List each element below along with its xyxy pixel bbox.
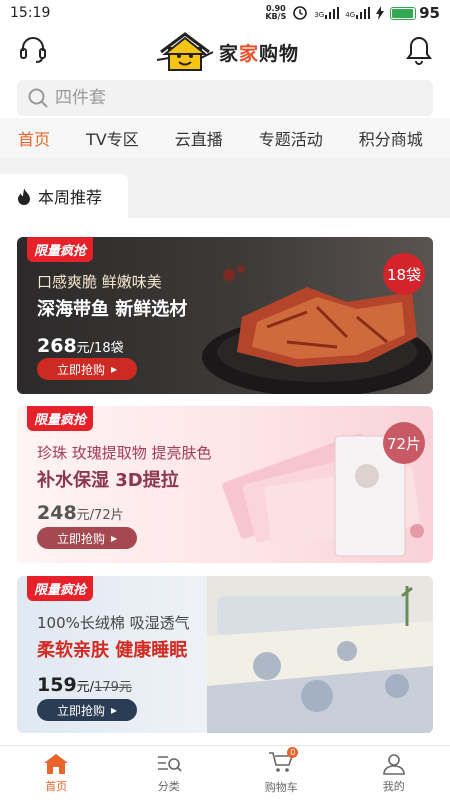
nav-profile[interactable]: 我的 [338, 746, 450, 800]
arrow-right-icon: ▸ [110, 531, 118, 545]
banner-title: 深海带鱼 新鲜选材 [37, 299, 188, 320]
status-time: 15:19 [10, 5, 51, 21]
buy-now-button[interactable]: 立即抢购 ▸ [37, 527, 137, 549]
tab-points-mall[interactable]: 积分商城 [341, 126, 441, 150]
nav-category[interactable]: 分类 [113, 746, 226, 800]
category-tabs: 首页 TV专区 云直播 专题活动 积分商城 [0, 118, 450, 158]
banner-subtitle: 珍珠 玫瑰提取物 提亮肤色 [37, 444, 212, 462]
battery-icon [390, 6, 417, 20]
limited-tag: 限量疯抢 [27, 237, 94, 262]
promo-banner-bedding[interactable]: 限量疯抢 100%长绒棉 吸湿透气 柔软亲肤 健康睡眠 159元/179元 立即… [17, 576, 433, 733]
bottom-nav: 首页 分类 0 购物车 我的 [0, 745, 450, 800]
arrow-right-icon: ▸ [110, 362, 118, 376]
status-bar: 15:19 0.90 KB/S 3G 4G 95 [0, 0, 450, 26]
banner-subtitle: 100%长绒棉 吸湿透气 [37, 614, 190, 632]
net-speed: 0.90 KB/S [265, 4, 287, 21]
nav-cart[interactable]: 0 购物车 [225, 746, 338, 800]
search-icon [28, 88, 48, 108]
original-price: 179元 [94, 680, 132, 695]
banner-title: 补水保湿 3D提拉 [37, 470, 179, 491]
section-title: 本周推荐 [38, 188, 103, 207]
tab-tv-zone[interactable]: TV专区 [68, 126, 157, 150]
house-mascot-icon [156, 32, 214, 71]
nav-home[interactable]: 首页 [0, 746, 113, 800]
category-icon [157, 755, 182, 772]
buy-now-button[interactable]: 立即抢购 ▸ [37, 358, 137, 380]
promo-banner-fish[interactable]: 限量疯抢 口感爽脆 鲜嫩味美 深海带鱼 新鲜选材 268元/18袋 立即抢购 ▸ … [17, 237, 433, 394]
banner-price: 268元/18袋 [37, 335, 124, 357]
app-logo: 家家购物 [155, 30, 299, 74]
tab-cloud-live[interactable]: 云直播 [157, 126, 241, 150]
limited-tag: 限量疯抢 [27, 576, 94, 601]
tab-home[interactable]: 首页 [0, 126, 68, 150]
quantity-badge: 72片 [383, 422, 425, 464]
app-header: 家家购物 [0, 26, 450, 78]
banner-subtitle: 口感爽脆 鲜嫩味美 [37, 273, 162, 291]
banner-price: 248元/72片 [37, 502, 124, 524]
alarm-icon [293, 6, 308, 20]
buy-now-button[interactable]: 立即抢购 ▸ [37, 699, 137, 721]
customer-service-icon[interactable] [16, 33, 50, 71]
home-icon [44, 753, 69, 774]
charging-icon [376, 6, 385, 20]
promo-banner-mask[interactable]: 限量疯抢 珍珠 玫瑰提取物 提亮肤色 补水保湿 3D提拉 248元/72片 立即… [17, 406, 433, 563]
arrow-right-icon: ▸ [110, 703, 118, 717]
tab-special-events[interactable]: 专题活动 [241, 126, 341, 150]
cart-count-badge: 0 [287, 747, 299, 758]
flame-icon [18, 188, 30, 205]
banner-title: 柔软亲肤 健康睡眠 [37, 640, 188, 661]
section-weekly-recommend[interactable]: 本周推荐 [0, 174, 128, 218]
user-icon [382, 753, 405, 775]
banner-price: 159元/179元 [37, 674, 132, 696]
logo-text: 家家购物 [218, 42, 300, 65]
limited-tag: 限量疯抢 [27, 406, 94, 431]
search-input[interactable] [55, 88, 395, 108]
search-bar[interactable] [17, 80, 433, 116]
signal-1-icon: 3G [314, 7, 340, 19]
bedding-product-image [207, 576, 433, 733]
battery-indicator: 95 [390, 4, 440, 22]
bell-icon[interactable] [404, 34, 434, 70]
signal-2-icon: 4G [345, 7, 371, 19]
quantity-badge: 18袋 [383, 253, 425, 295]
